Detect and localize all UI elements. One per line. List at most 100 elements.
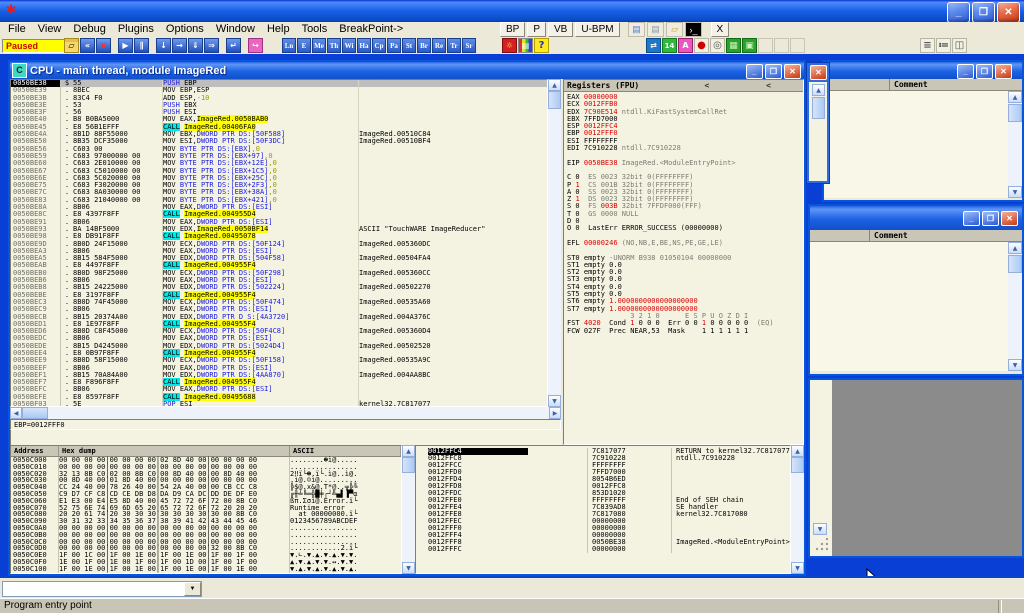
- screen-button[interactable]: ▣: [742, 38, 757, 53]
- bp-toolbar-bp-button[interactable]: BP: [500, 22, 525, 37]
- cpu-minimize-button[interactable]: _: [746, 64, 763, 79]
- pane-button-cp[interactable]: Cp: [372, 38, 386, 53]
- side-window-b-titlebar[interactable]: _ ❐ ✕: [810, 206, 1022, 230]
- side-b-scroll-thumb[interactable]: [1008, 255, 1022, 273]
- close-button[interactable]: ✕: [997, 2, 1020, 23]
- pane-button-ln[interactable]: Ln: [282, 38, 296, 53]
- animate-into-button[interactable]: ⇓: [188, 38, 203, 53]
- menu-plugins[interactable]: Plugins: [112, 22, 160, 37]
- disasm-row[interactable]: 0050BEB0.8B0D 98F25000MOV ECX,DWORD PTR …: [11, 270, 547, 277]
- disasm-vscrollbar[interactable]: ▲ ▼: [548, 79, 561, 407]
- side-b-close-button[interactable]: ✕: [1001, 211, 1018, 226]
- register-line[interactable]: FCW 027F Prec NEAR,53 Mask 1 1 1 1 1 1: [567, 328, 803, 335]
- pane-button-ha[interactable]: Ha: [357, 38, 371, 53]
- stack-row[interactable]: 0012FFFC00000000: [416, 546, 790, 553]
- side-a-content[interactable]: ▲ ▼: [824, 91, 1022, 198]
- disasm-row[interactable]: 0050BEC3.8B0D 74F45000MOV ECX,DWORD PTR …: [11, 299, 547, 306]
- side-a-maximize-button[interactable]: ❐: [976, 64, 993, 79]
- disasm-row[interactable]: 0050BE3E.53PUSH EBX: [11, 102, 547, 109]
- disasm-scroll-thumb[interactable]: [548, 91, 561, 109]
- dump-vscrollbar[interactable]: ▲ ▼: [402, 445, 415, 574]
- side-a-scroll-thumb[interactable]: [1008, 104, 1022, 122]
- run-button[interactable]: ▶: [118, 38, 133, 53]
- pane-button-st[interactable]: St: [402, 38, 416, 53]
- bp-toolbar-u-bpm-button[interactable]: U-BPM: [575, 22, 619, 37]
- cpu-close-button[interactable]: ✕: [784, 64, 801, 79]
- menu-file[interactable]: File: [2, 22, 32, 37]
- pane-button-wi[interactable]: Wi: [342, 38, 356, 53]
- go-to-address-button[interactable]: ↪: [248, 38, 263, 53]
- pane-button-sr[interactable]: Sr: [462, 38, 476, 53]
- menu-tools[interactable]: Tools: [296, 22, 334, 37]
- command-combo[interactable]: ▼: [2, 581, 202, 597]
- side-a-close-button[interactable]: ✕: [995, 64, 1012, 79]
- disasm-hscrollbar[interactable]: ◀ ▶: [10, 407, 561, 419]
- scroll-up-icon[interactable]: ▲: [1008, 91, 1022, 103]
- scroll-up-icon[interactable]: ▲: [791, 445, 804, 457]
- stack-vscrollbar[interactable]: ▲ ▼: [791, 445, 804, 574]
- pane-button-pa[interactable]: Pa: [387, 38, 401, 53]
- fragment-close-button[interactable]: ✕: [810, 65, 827, 80]
- pause-button[interactable]: ∥: [134, 38, 149, 53]
- combo-dropdown-icon[interactable]: ▼: [184, 582, 201, 596]
- dump-scroll-thumb[interactable]: [402, 457, 415, 473]
- side-a-minimize-button[interactable]: _: [957, 64, 974, 79]
- list-view-button-2[interactable]: ≔: [936, 38, 951, 53]
- restore-button[interactable]: ❐: [972, 2, 995, 23]
- disasm-row[interactable]: 0050BED6.8B0D C8F45000MOV ECX,DWORD PTR …: [11, 328, 547, 335]
- menu-debug[interactable]: Debug: [67, 22, 111, 37]
- pane-button-me[interactable]: Me: [312, 38, 326, 53]
- scroll-up-icon[interactable]: ▲: [402, 445, 415, 457]
- scroll-up-icon[interactable]: ▲: [812, 84, 825, 96]
- restart-button[interactable]: «: [80, 38, 95, 53]
- menu-help[interactable]: Help: [261, 22, 296, 37]
- side-b-vscrollbar[interactable]: ▲ ▼: [1008, 242, 1022, 371]
- disasm-hscroll-thumb[interactable]: [22, 407, 48, 419]
- side-window-b[interactable]: _ ❐ ✕ Comment ▲ ▼: [808, 204, 1024, 376]
- pane-button-e[interactable]: E: [297, 38, 311, 53]
- stack-scroll-thumb[interactable]: [791, 457, 804, 473]
- step-into-button[interactable]: ↓: [156, 38, 171, 53]
- resize-grip[interactable]: [814, 538, 828, 552]
- console-icon-button[interactable]: ›_: [685, 22, 702, 37]
- open-file-button[interactable]: ▱: [64, 38, 79, 53]
- disasm-row[interactable]: 0050BE3B.83C4 F0ADD ESP,-10: [11, 95, 547, 102]
- register-line[interactable]: EFL 00000246 (NO,NB,E,BE,NS,PE,GE,LE): [567, 240, 803, 247]
- side-window-a[interactable]: _ ❐ ✕ Comment ▲ ▼: [822, 60, 1024, 202]
- pane-button-re[interactable]: Re: [432, 38, 446, 53]
- plugin-a-button[interactable]: A: [678, 38, 693, 53]
- scroll-right-icon[interactable]: ▶: [549, 407, 561, 419]
- scroll-down-icon[interactable]: ▼: [813, 523, 827, 535]
- help-button[interactable]: ?: [534, 38, 549, 53]
- partial-window-fragment[interactable]: ✕ ▲: [806, 62, 830, 184]
- command-input[interactable]: [3, 582, 184, 596]
- scroll-left-icon[interactable]: ◀: [10, 407, 22, 419]
- bp-toolbar-close-button[interactable]: X: [711, 22, 730, 37]
- appearance-button[interactable]: ▤: [518, 38, 533, 53]
- scroll-up-icon[interactable]: ▲: [548, 79, 561, 91]
- register-line[interactable]: O 0 LastErr ERROR_SUCCESS (00000000): [567, 225, 803, 232]
- animate-over-button[interactable]: ⇒: [204, 38, 219, 53]
- disasm-row[interactable]: 0050BE8C.E8 4397F8FFCALL ImageRed.004955…: [11, 211, 547, 218]
- fragment-scroll-thumb[interactable]: [812, 97, 825, 119]
- disasm-row[interactable]: 0050BE38$55PUSH EBP: [11, 80, 547, 87]
- hex-dump-pane[interactable]: Address Hex dump ASCII 0050C00000 00 00 …: [10, 445, 402, 574]
- close-program-button[interactable]: ×: [96, 38, 111, 53]
- stack-pane[interactable]: 0012FFC47C817077RETURN to kernel32.7C817…: [415, 445, 791, 574]
- dump-row[interactable]: 0050C1001F 00 1E 00|1F 00 1E 00|1F 00 1E…: [11, 566, 401, 573]
- disasm-row[interactable]: 0050BE9D.8B0D 24F15000MOV ECX,DWORD PTR …: [11, 241, 547, 248]
- side-b-maximize-button[interactable]: ❐: [982, 211, 999, 226]
- cpu-titlebar[interactable]: C CPU - main thread, module ImageRed _ ❐…: [10, 62, 804, 79]
- disasm-row[interactable]: 0050BEFE.E8 8597F8FFCALL ImageRed.004956…: [11, 394, 547, 401]
- menu-breakpoint[interactable]: BreakPoint->: [333, 22, 409, 37]
- disasm-row[interactable]: 0050BEE9.8B0D 58F15000MOV ECX,DWORD PTR …: [11, 357, 547, 364]
- menu-options[interactable]: Options: [160, 22, 210, 37]
- bp-toolbar-vb-button[interactable]: VB: [548, 22, 573, 37]
- minimize-button[interactable]: _: [947, 2, 970, 23]
- scroll-down-icon[interactable]: ▼: [1008, 186, 1022, 198]
- plugin-14-button[interactable]: 14: [662, 38, 677, 53]
- open-folder-icon-button[interactable]: ▱: [666, 22, 683, 37]
- side-b-minimize-button[interactable]: _: [963, 211, 980, 226]
- keypad-button[interactable]: ▦: [726, 38, 741, 53]
- execute-till-return-button[interactable]: ↵: [226, 38, 241, 53]
